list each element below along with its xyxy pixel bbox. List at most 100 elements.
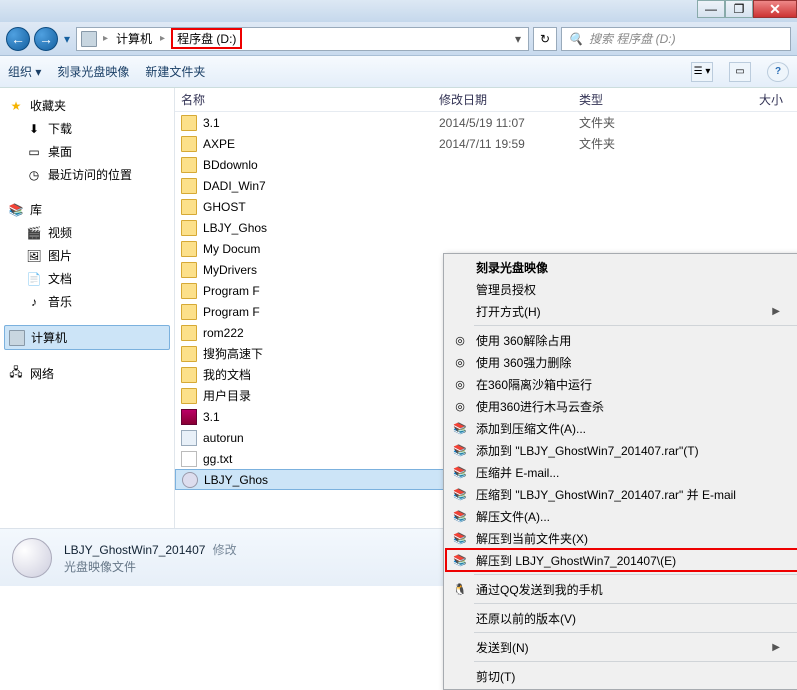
file-icon (181, 430, 197, 446)
refresh-button[interactable]: ↻ (533, 27, 557, 51)
file-name: 我的文档 (203, 366, 251, 383)
menu-item[interactable]: ◎ 使用 360强力删除 (446, 351, 797, 373)
menu-item[interactable]: 📚解压到当前文件夹(X) (446, 527, 797, 549)
menu-item-label: 通过QQ发送到我的手机 (476, 581, 603, 598)
sidebar-libraries[interactable]: 📚库 (4, 198, 170, 221)
file-row[interactable]: AXPE2014/7/11 19:59文件夹 (175, 133, 797, 154)
column-type[interactable]: 类型 (579, 91, 669, 108)
menu-item[interactable]: 打开方式(H)▶ (446, 300, 797, 322)
burn-button[interactable]: 刻录光盘映像 (57, 63, 129, 80)
file-list-pane: 名称 修改日期 类型 大小 3.1 2014/5/19 11:07文件夹 AXPE 2… (175, 88, 797, 528)
menu-item-label: 使用 360强力删除 (476, 354, 571, 371)
menu-item[interactable]: 剪切(T) (446, 665, 797, 687)
file-name: autorun (203, 431, 244, 445)
address-field[interactable]: ▸ 计算机 ▸ 程序盘 (D:) ▾ (76, 27, 529, 51)
file-name: 用户目录 (203, 387, 251, 404)
file-name: LBJY_Ghos (203, 221, 267, 235)
organize-menu[interactable]: 组织 ▾ (8, 63, 41, 80)
sidebar-computer[interactable]: 计算机 (4, 325, 170, 350)
search-box[interactable]: 🔍 搜索 程序盘 (D:) (561, 27, 791, 51)
minimize-button[interactable]: — (697, 0, 725, 18)
breadcrumb-computer[interactable]: 计算机 (114, 30, 154, 47)
history-dropdown[interactable]: ▾ (62, 27, 72, 51)
file-name: LBJY_Ghos (204, 473, 268, 487)
file-icon (181, 325, 197, 341)
sidebar-pictures[interactable]: 🖼图片 (4, 244, 170, 267)
maximize-button[interactable]: ❐ (725, 0, 753, 18)
menu-item[interactable]: 发送到(N)▶ (446, 636, 797, 658)
menu-item-icon: ◎ (452, 354, 468, 370)
file-icon (181, 262, 197, 278)
preview-pane-button[interactable]: ▭ (729, 62, 751, 82)
breadcrumb-drive[interactable]: 程序盘 (D:) (171, 28, 242, 49)
menu-item[interactable]: 📚添加到压缩文件(A)... (446, 417, 797, 439)
menu-item-label: 添加到 "LBJY_GhostWin7_201407.rar"(T) (476, 442, 699, 459)
window-titlebar: — ❐ ✕ (0, 0, 797, 22)
menu-item[interactable]: 管理员授权 (446, 278, 797, 300)
details-meta: 修改 (213, 543, 237, 557)
menu-item[interactable]: ◎在360隔离沙箱中运行 (446, 373, 797, 395)
forward-button[interactable]: → (34, 27, 58, 51)
menu-item[interactable]: 📚压缩并 E-mail... (446, 461, 797, 483)
file-icon (181, 283, 197, 299)
file-icon (181, 115, 197, 131)
file-icon (181, 157, 197, 173)
menu-item[interactable]: 📚压缩到 "LBJY_GhostWin7_201407.rar" 并 E-mai… (446, 483, 797, 505)
menu-item[interactable]: 刻录光盘映像 (446, 256, 797, 278)
column-date[interactable]: 修改日期 (439, 91, 579, 108)
menu-item-label: 管理员授权 (476, 281, 536, 298)
menu-item-icon: ◎ (452, 332, 468, 348)
file-row[interactable]: GHOST (175, 196, 797, 217)
sidebar-recent[interactable]: ◷最近访问的位置 (4, 163, 170, 186)
file-row[interactable]: BDdownlo (175, 154, 797, 175)
sidebar-desktop[interactable]: ▭桌面 (4, 140, 170, 163)
menu-item[interactable]: 📚解压文件(A)... (446, 505, 797, 527)
column-name[interactable]: 名称 (181, 91, 439, 108)
breadcrumb-sep: ▸ (160, 33, 165, 44)
menu-item-label: 打开方式(H) (476, 303, 541, 320)
sidebar-documents[interactable]: 📄文档 (4, 267, 170, 290)
menu-item-icon: ◎ (452, 398, 468, 414)
view-options-button[interactable]: ☰ ▾ (691, 62, 713, 82)
sidebar-music[interactable]: ♪音乐 (4, 290, 170, 313)
sidebar-downloads[interactable]: ⬇下载 (4, 117, 170, 140)
menu-item-label: 使用 360解除占用 (476, 332, 571, 349)
file-name: DADI_Win7 (203, 179, 266, 193)
back-button[interactable]: ← (6, 27, 30, 51)
search-icon: 🔍 (568, 32, 583, 46)
menu-item[interactable]: 📚解压到 LBJY_GhostWin7_201407\(E) (446, 549, 797, 571)
file-name: AXPE (203, 137, 235, 151)
file-icon (181, 409, 197, 425)
file-row[interactable]: LBJY_Ghos (175, 217, 797, 238)
help-button[interactable]: ? (767, 62, 789, 82)
breadcrumb-sep: ▸ (103, 33, 108, 44)
file-date: 2014/5/19 11:07 (439, 116, 579, 130)
address-dropdown[interactable]: ▾ (510, 30, 526, 48)
video-icon: 🎬 (26, 225, 42, 241)
file-name: 3.1 (203, 116, 220, 130)
menu-separator (474, 661, 797, 662)
new-folder-button[interactable]: 新建文件夹 (145, 63, 205, 80)
close-button[interactable]: ✕ (753, 0, 797, 18)
menu-separator (474, 325, 797, 326)
sidebar-favorites[interactable]: ★收藏夹 (4, 94, 170, 117)
menu-item[interactable]: 还原以前的版本(V) (446, 607, 797, 629)
column-size[interactable]: 大小 (669, 91, 797, 108)
menu-item-label: 压缩到 "LBJY_GhostWin7_201407.rar" 并 E-mail (476, 486, 736, 503)
file-name: GHOST (203, 200, 246, 214)
file-name: Program F (203, 305, 260, 319)
menu-item[interactable]: 🐧通过QQ发送到我的手机 (446, 578, 797, 600)
file-row[interactable]: 3.1 2014/5/19 11:07文件夹 (175, 112, 797, 133)
menu-item[interactable]: ◎ 使用 360解除占用 (446, 329, 797, 351)
file-type: 文件夹 (579, 114, 669, 131)
file-name: Program F (203, 284, 260, 298)
menu-item-icon: 📚 (452, 464, 468, 480)
menu-item-label: 剪切(T) (476, 668, 515, 685)
file-row[interactable]: DADI_Win7 (175, 175, 797, 196)
sidebar-videos[interactable]: 🎬视频 (4, 221, 170, 244)
file-date: 2014/7/11 19:59 (439, 137, 579, 151)
sidebar-network[interactable]: 🖧网络 (4, 362, 170, 385)
computer-icon (9, 330, 25, 346)
menu-item[interactable]: 📚添加到 "LBJY_GhostWin7_201407.rar"(T) (446, 439, 797, 461)
menu-item[interactable]: ◎使用360进行木马云查杀 (446, 395, 797, 417)
